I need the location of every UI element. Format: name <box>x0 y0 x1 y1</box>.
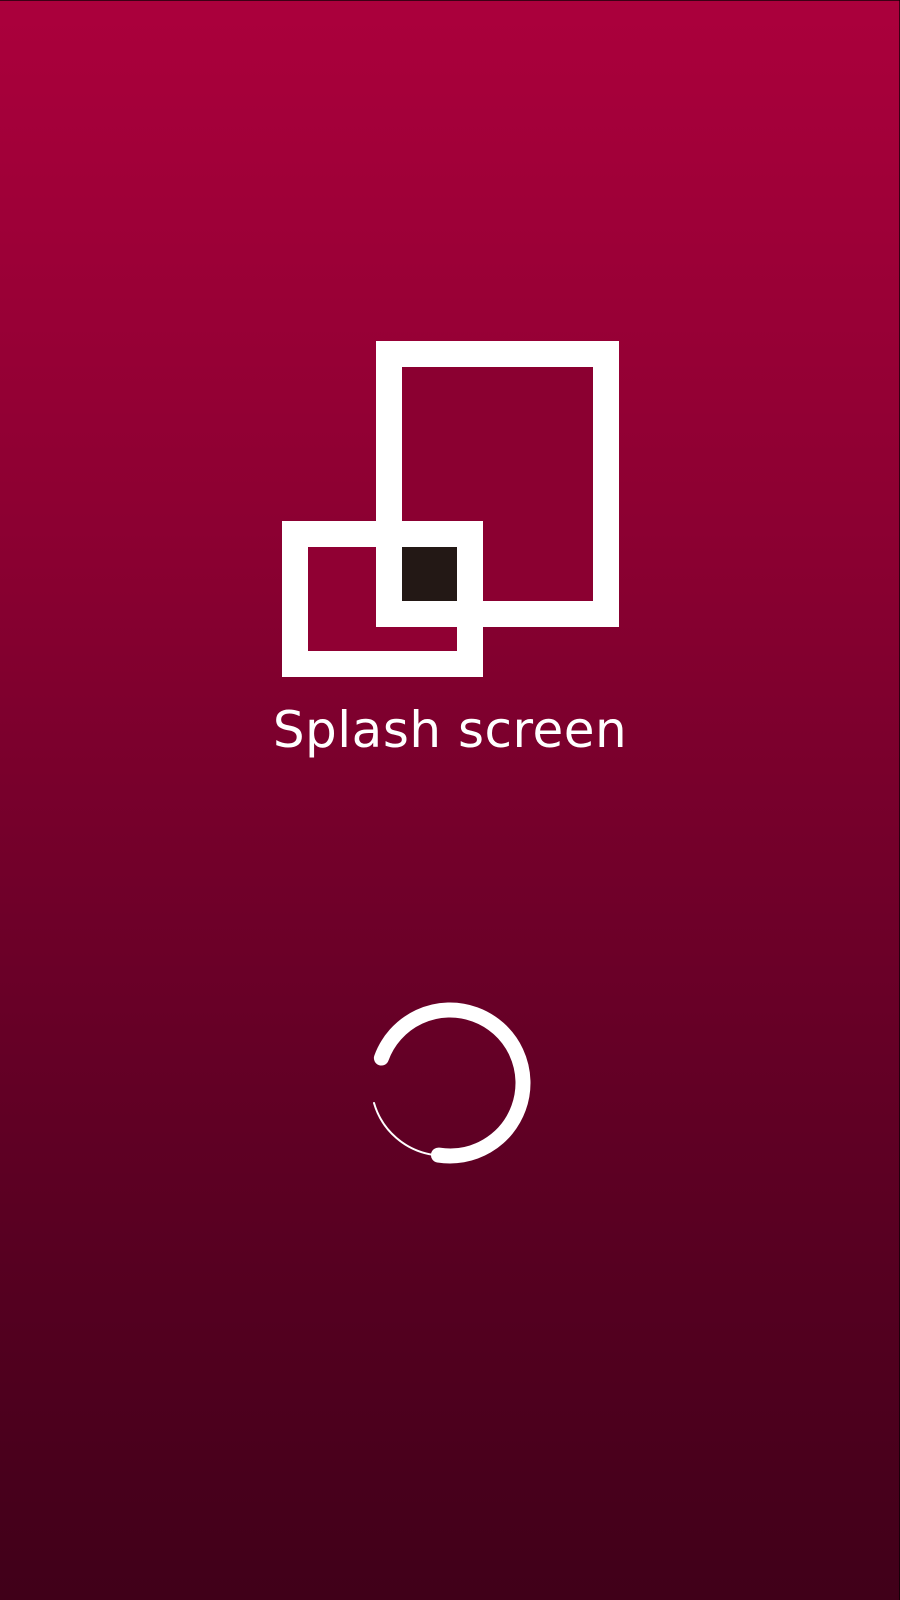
loading-spinner-icon <box>369 1002 531 1164</box>
splash-screen: Splash screen <box>0 0 900 1600</box>
top-border-line <box>0 0 900 1</box>
spinner-main-arc <box>369 1002 531 1164</box>
logo-overlap-right-edge <box>457 521 483 627</box>
spinner-tail-arc <box>373 1102 435 1156</box>
logo-overlap-square <box>402 547 457 601</box>
splash-title: Splash screen <box>272 701 628 759</box>
overlapping-squares-logo-icon <box>282 341 619 677</box>
